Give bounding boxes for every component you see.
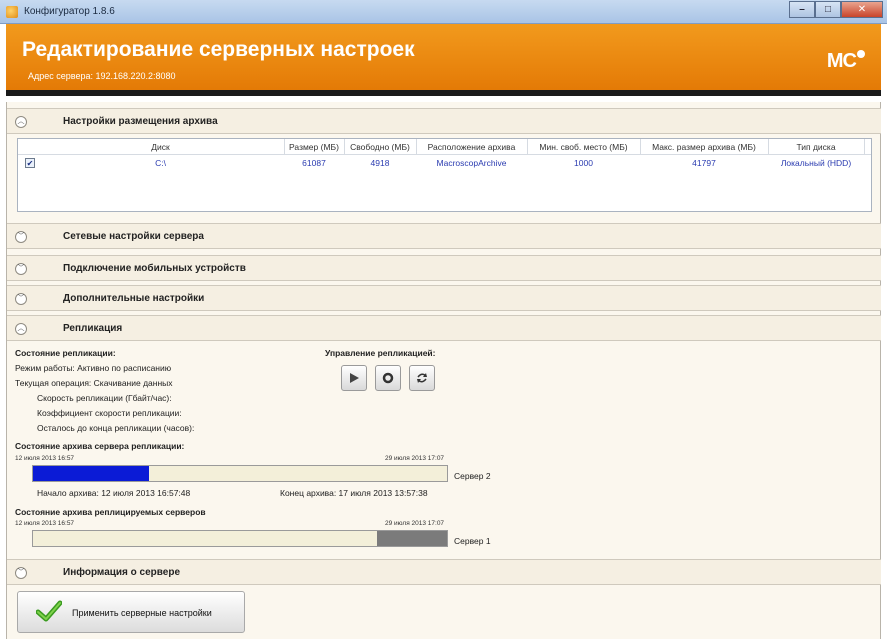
bar1-end-date: 29 июля 2013 17:07 xyxy=(385,455,445,462)
checkmark-icon xyxy=(36,600,62,622)
section-server-info[interactable]: ﹀ Информация о сервере xyxy=(7,559,881,585)
archive-state-title: Состояние архива сервера репликации: xyxy=(15,441,185,451)
app-icon xyxy=(6,6,18,18)
apply-settings-button[interactable]: Применить серверные настройки xyxy=(17,591,245,633)
col-type[interactable]: Тип диска xyxy=(768,142,864,152)
page-title: Редактирование серверных настроек xyxy=(22,38,415,61)
chevron-down-icon[interactable]: ﹀ xyxy=(15,231,27,243)
settings-content: ︿ Настройки размещения архива Диск Разме… xyxy=(6,102,881,639)
cell-size: 61087 xyxy=(302,158,326,168)
window-titlebar: Конфигуратор 1.8.6 – □ ✕ xyxy=(0,0,887,24)
section-archive-title: Настройки размещения архива xyxy=(63,116,218,127)
section-network[interactable]: ﹀ Сетевые настройки сервера xyxy=(7,223,881,249)
col-location[interactable]: Расположение архива xyxy=(416,142,527,152)
play-icon xyxy=(350,373,359,383)
chevron-down-icon[interactable]: ﹀ xyxy=(15,263,27,275)
section-additional[interactable]: ﹀ Дополнительные настройки xyxy=(7,285,881,311)
chevron-down-icon[interactable]: ﹀ xyxy=(15,293,27,305)
archive-start: Начало архива: 12 июля 2013 16:57:48 xyxy=(37,488,191,498)
window-controls: – □ ✕ xyxy=(789,1,883,18)
section-server-info-title: Информация о сервере xyxy=(63,567,181,578)
col-size[interactable]: Размер (МБ) xyxy=(284,142,344,152)
apply-settings-label: Применить серверные настройки xyxy=(72,608,212,618)
section-archive[interactable]: ︿ Настройки размещения архива xyxy=(7,108,881,134)
bar1-server-label: Сервер 2 xyxy=(454,471,491,481)
section-mobile-title: Подключение мобильных устройств xyxy=(63,263,246,274)
replication-remaining: Осталось до конца репликации (часов): xyxy=(37,423,195,433)
col-disk[interactable]: Диск xyxy=(38,142,283,152)
cell-type: Локальный (HDD) xyxy=(780,158,852,168)
table-header: Диск Размер (МБ) Свободно (МБ) Расположе… xyxy=(18,139,871,155)
section-mobile[interactable]: ﹀ Подключение мобильных устройств xyxy=(7,255,881,281)
section-additional-title: Дополнительные настройки xyxy=(63,293,205,304)
minimize-button[interactable]: – xyxy=(789,1,815,18)
replication-coefficient: Коэффициент скорости репликации: xyxy=(37,408,182,418)
refresh-button[interactable] xyxy=(409,365,435,391)
section-replication-title: Репликация xyxy=(63,323,123,334)
server-address: Адрес сервера: 192.168.220.2:8080 xyxy=(28,71,176,81)
section-network-title: Сетевые настройки сервера xyxy=(63,231,204,242)
stop-button[interactable] xyxy=(375,365,401,391)
bar2-server-label: Сервер 1 xyxy=(454,536,491,546)
play-button[interactable] xyxy=(341,365,367,391)
cell-min-free: 1000 xyxy=(574,158,593,168)
archive-timeline-fill xyxy=(33,466,149,481)
cell-max-size: 41797 xyxy=(692,158,716,168)
maximize-button[interactable]: □ xyxy=(815,1,841,18)
replicated-timeline-fill xyxy=(376,531,447,546)
stop-icon xyxy=(382,372,394,384)
window-title: Конфигуратор 1.8.6 xyxy=(24,6,115,17)
bar2-end-date: 29 июля 2013 17:07 xyxy=(385,520,445,527)
cell-disk: C:\ xyxy=(155,158,166,168)
bar1-start-date: 12 июля 2013 16:57 xyxy=(15,455,75,462)
table-row[interactable]: ✔ C:\ 61087 4918 MacroscopArchive 1000 4… xyxy=(18,156,871,170)
disk-checkbox[interactable]: ✔ xyxy=(25,158,35,168)
bar2-start-date: 12 июля 2013 16:57 xyxy=(15,520,75,527)
page-header: Редактирование серверных настроек Адрес … xyxy=(6,24,881,96)
col-free[interactable]: Свободно (МБ) xyxy=(344,142,416,152)
replicated-state-title: Состояние архива реплицируемых серверов xyxy=(15,507,206,517)
chevron-down-icon[interactable]: ﹀ xyxy=(15,567,27,579)
replication-control-title: Управление репликацией: xyxy=(325,348,436,358)
replication-speed: Скорость репликации (Гбайт/час): xyxy=(37,393,172,403)
chevron-up-icon[interactable]: ︿ xyxy=(15,323,27,335)
archive-end: Конец архива: 17 июля 2013 13:57:38 xyxy=(280,488,428,498)
replication-mode: Режим работы: Активно по расписанию xyxy=(15,363,172,373)
archive-table: Диск Размер (МБ) Свободно (МБ) Расположе… xyxy=(17,138,872,212)
cell-free: 4918 xyxy=(370,158,390,168)
col-max-size[interactable]: Макс. размер архива (МБ) xyxy=(640,142,768,152)
replicated-timeline-bar xyxy=(32,530,448,547)
replication-state-title: Состояние репликации: xyxy=(15,348,116,358)
archive-timeline-bar xyxy=(32,465,448,482)
close-button[interactable]: ✕ xyxy=(841,1,883,18)
chevron-up-icon[interactable]: ︿ xyxy=(15,116,27,128)
section-replication[interactable]: ︿ Репликация xyxy=(7,315,881,341)
refresh-icon xyxy=(417,373,427,383)
logo: MC xyxy=(827,50,865,73)
col-min-free[interactable]: Мин. своб. место (МБ) xyxy=(527,142,640,152)
cell-location: MacroscopArchive xyxy=(436,158,507,168)
replication-operation: Текущая операция: Скачивание данных xyxy=(15,378,173,388)
